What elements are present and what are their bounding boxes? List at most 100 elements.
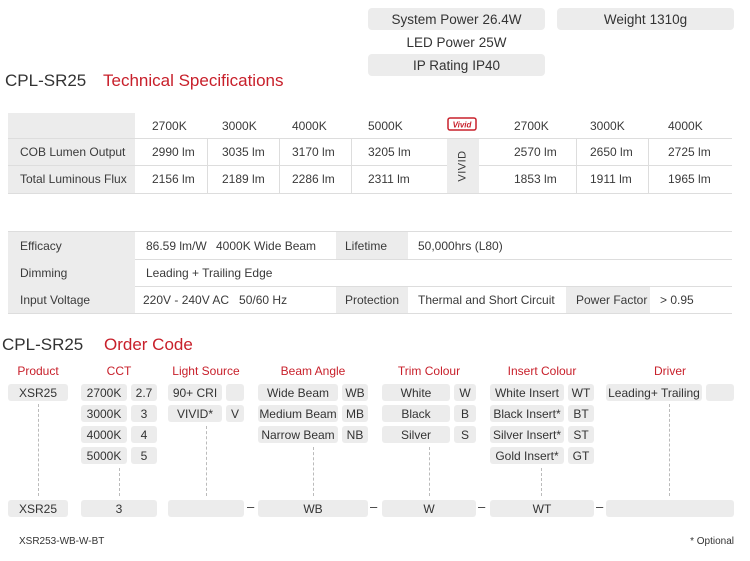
result-product: XSR25 — [8, 500, 68, 517]
insert-code-gold: GT — [568, 447, 594, 464]
driver-option: Leading+ Trailing — [606, 384, 702, 401]
cct-code-4000: 4 — [131, 426, 157, 443]
cct-code-5000: 5 — [131, 447, 157, 464]
vivid-header-3000: 3000K — [590, 119, 625, 133]
insert-option-white: White Insert — [490, 384, 564, 401]
beam-code-medium: MB — [342, 405, 368, 422]
trim-code-black: B — [454, 405, 476, 422]
beam-code-narrow: NB — [342, 426, 368, 443]
input-voltage-label: Input Voltage — [20, 293, 91, 307]
result-light-source — [168, 500, 244, 517]
beam-code-wide: WB — [342, 384, 368, 401]
separator-1: – — [247, 499, 255, 514]
result-cct: 3 — [81, 500, 157, 517]
trim-option-black: Black — [382, 405, 450, 422]
dimming-label: Dimming — [20, 266, 68, 280]
power-factor-label: Power Factor — [576, 293, 648, 307]
optional-footnote: * Optional — [690, 536, 734, 547]
efficacy-note: 4000K Wide Beam — [216, 239, 317, 253]
protection-value: Thermal and Short Circuit — [418, 293, 555, 307]
flux-vivid-3000: 1911 lm — [590, 172, 632, 186]
order-header-product: Product — [17, 364, 59, 378]
cob-vivid-2700: 2570 lm — [514, 145, 557, 159]
light-source-option-cri: 90+ CRI — [168, 384, 222, 401]
result-trim-colour: W — [382, 500, 476, 517]
vivid-column: VIVID — [447, 139, 479, 193]
light-source-option-vivid: VIVID* — [168, 405, 222, 422]
vivid-badge: Vivid — [447, 116, 477, 132]
order-header-light-source: Light Source — [172, 364, 240, 378]
dimming-value: Leading + Trailing Edge — [146, 266, 273, 280]
efficacy-value: 86.59 lm/W — [146, 239, 207, 253]
vivid-header-2700: 2700K — [514, 119, 549, 133]
input-voltage-value: 220V - 240V AC 50/60 Hz — [143, 293, 288, 307]
separator-4: – — [596, 499, 604, 514]
cct-option-5000: 5000K — [81, 447, 127, 464]
flux-4000: 2286 lm — [292, 172, 335, 186]
tech-model: CPL-SR25 — [5, 71, 87, 90]
system-power-pill: System Power 26.4W — [368, 8, 545, 30]
weight-value: 1310g — [649, 11, 688, 27]
result-beam-angle: WB — [258, 500, 368, 517]
cct-code-2700: 2.7 — [131, 384, 157, 401]
order-header-trim-colour: Trim Colour — [397, 364, 461, 378]
protection-label: Protection — [345, 293, 400, 307]
separator-3: – — [478, 499, 486, 514]
cct-header-3000: 3000K — [222, 119, 257, 133]
flux-3000: 2189 lm — [222, 172, 265, 186]
cct-code-3000: 3 — [131, 405, 157, 422]
vivid-label: VIVID — [456, 150, 469, 182]
led-power-pill: LED Power 25W — [368, 32, 545, 52]
trim-code-silver: S — [454, 426, 476, 443]
lifetime-label: Lifetime — [345, 239, 388, 253]
beam-option-narrow: Narrow Beam — [258, 426, 338, 443]
separator-2: – — [370, 499, 378, 514]
cob-3000: 3035 lm — [222, 145, 265, 159]
cob-vivid-3000: 2650 lm — [590, 145, 633, 159]
cct-option-4000: 4000K — [81, 426, 127, 443]
flux-vivid-2700: 1853 lm — [514, 172, 557, 186]
row-label-flux: Total Luminous Flux — [20, 172, 127, 186]
weight-label: Weight — [603, 11, 646, 27]
flux-5000: 2311 lm — [368, 172, 410, 186]
efficacy-label: Efficacy — [20, 239, 62, 253]
beam-option-wide: Wide Beam — [258, 384, 338, 401]
cct-option-2700: 2700K — [81, 384, 127, 401]
ip-rating-pill: IP Rating IP40 — [368, 54, 545, 76]
cct-header-5000: 5000K — [368, 119, 403, 133]
insert-code-silver: ST — [568, 426, 594, 443]
trim-code-white: W — [454, 384, 476, 401]
cob-5000: 3205 lm — [368, 145, 411, 159]
trim-option-silver: Silver — [382, 426, 450, 443]
order-header-insert-colour: Insert Colour — [507, 364, 577, 378]
cob-vivid-4000: 2725 lm — [668, 145, 711, 159]
power-factor-value: > 0.95 — [660, 293, 694, 307]
cct-header-2700: 2700K — [152, 119, 187, 133]
result-insert-colour: WT — [490, 500, 594, 517]
row-label-cob: COB Lumen Output — [20, 145, 126, 159]
order-header-cct: CCT — [106, 364, 132, 378]
insert-option-gold: Gold Insert* — [490, 447, 564, 464]
beam-option-medium: Medium Beam — [258, 405, 338, 422]
system-power-label: System Power — [391, 11, 479, 27]
vivid-logo-icon: Vivid — [447, 117, 477, 131]
result-driver — [606, 500, 734, 517]
led-power-label: LED Power — [406, 34, 475, 50]
light-source-code-vivid: V — [226, 405, 244, 422]
weight-pill: Weight 1310g — [557, 8, 734, 30]
driver-code — [706, 384, 734, 401]
cct-header-4000: 4000K — [292, 119, 327, 133]
svg-text:Vivid: Vivid — [453, 121, 473, 130]
lifetime-value: 50,000hrs (L80) — [418, 239, 503, 253]
cob-4000: 3170 lm — [292, 145, 335, 159]
order-model: CPL-SR25 — [2, 335, 84, 354]
ip-rating-value: IP40 — [472, 57, 501, 73]
system-power-value: 26.4W — [482, 11, 522, 27]
ip-rating-label: IP Rating — [412, 57, 469, 73]
flux-2700: 2156 lm — [152, 172, 195, 186]
example-code: XSR253-WB-W-BT — [19, 536, 105, 547]
flux-vivid-4000: 1965 lm — [668, 172, 711, 186]
insert-code-white: WT — [568, 384, 594, 401]
product-option: XSR25 — [8, 384, 68, 401]
vivid-header-4000: 4000K — [668, 119, 703, 133]
